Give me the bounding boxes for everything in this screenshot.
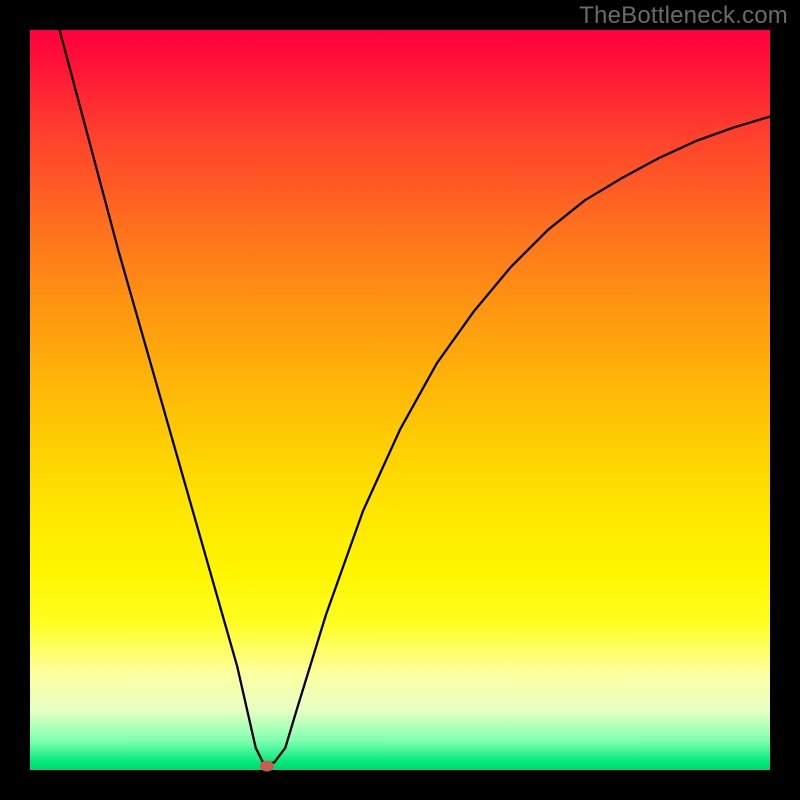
attribution-text: TheBottleneck.com — [579, 2, 788, 30]
chart-marker-dot — [260, 760, 274, 771]
chart-plot-area — [30, 30, 770, 770]
chart-curve — [30, 30, 770, 770]
